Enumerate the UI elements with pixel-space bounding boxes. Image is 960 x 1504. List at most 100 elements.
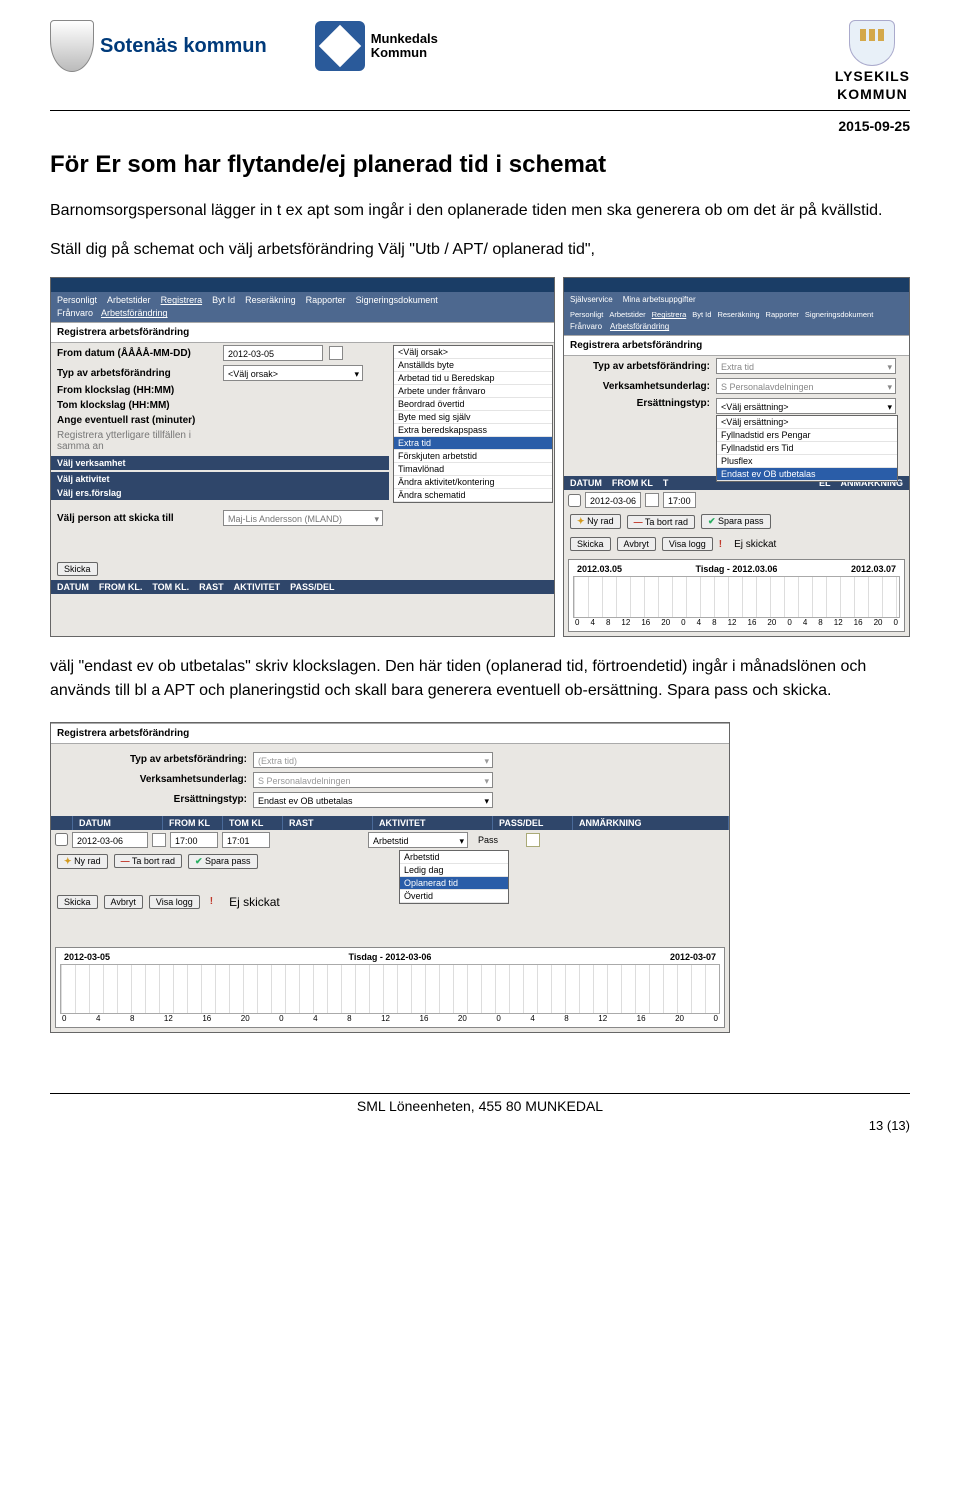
opt-valj[interactable]: <Välj orsak> [394,346,552,359]
calendar-icon[interactable] [645,493,659,507]
rth-from: FROM KL [612,478,653,488]
page-title: För Er som har flytande/ej planerad tid … [50,151,910,179]
btn-ny[interactable]: ✦ Ny rad [570,514,621,529]
opt-extrab[interactable]: Extra beredskapspass [394,424,552,437]
rsel-verk[interactable]: S Personalavdelningen [716,378,896,394]
check-icon: ✔ [195,856,203,866]
tab-personligt[interactable]: Personligt [57,295,97,305]
akt-opt-2[interactable]: Oplanerad tid [400,877,508,890]
tab-reserakning[interactable]: Reseräkning [245,295,296,305]
btn-ta[interactable]: — Ta bort rad [627,515,695,529]
bcell-tom[interactable]: 17:01 [222,832,270,848]
bbtn-avbryt[interactable]: Avbryt [104,895,143,909]
bsel-verk[interactable]: S Personalavdelningen [253,772,493,788]
bbtn-ny[interactable]: ✦ Ny rad [57,854,108,869]
ers-opt-4[interactable]: Endast ev OB utbetalas [717,468,897,481]
btn-avbryt[interactable]: Avbryt [617,537,656,551]
cell-from[interactable]: 17:00 [663,492,696,508]
tab-arbetstider[interactable]: Arbetstider [107,295,151,305]
screenshot-left: Personligt Arbetstider Registrera Byt Id… [50,277,555,637]
rtab-pers[interactable]: Personligt [570,310,603,319]
subtab-arbetsforandring[interactable]: Arbetsförändring [101,308,168,318]
btn-skicka-left[interactable]: Skicka [57,562,98,576]
opt-arbfran[interactable]: Arbete under frånvaro [394,385,552,398]
opt-forsk[interactable]: Förskjuten arbetstid [394,450,552,463]
right-btn-row2: Skicka Avbryt Visa logg ! Ej skickat [564,533,909,555]
opt-byte[interactable]: Byte med sig själv [394,411,552,424]
bbtn-spara[interactable]: ✔ Spara pass [188,854,258,869]
tab-mina[interactable]: Mina arbetsuppgifter [623,295,696,304]
bsel-typ[interactable]: (Extra tid) [253,752,493,768]
tab-sjalv[interactable]: Självservice [570,295,613,304]
calendar-icon[interactable] [152,833,166,847]
lbl-reg-ytterligare: Registrera ytterligare tillfällen i samm… [57,430,217,452]
cell-date[interactable]: 2012-03-06 [585,492,641,508]
tab-rapporter[interactable]: Rapporter [306,295,346,305]
rsel-ers[interactable]: <Välj ersättning> [716,398,896,414]
bth-pass: PASS/DEL [493,816,573,830]
bbtn-skicka[interactable]: Skicka [57,895,98,909]
opt-arbtid[interactable]: Arbetad tid u Beredskap [394,372,552,385]
ers-opt-3[interactable]: Plusflex [717,455,897,468]
opt-andra2[interactable]: Ändra schematid [394,489,552,502]
subtab-franvaro[interactable]: Frånvaro [57,308,93,318]
header-date: 2015-09-25 [838,118,910,134]
rtab-byt[interactable]: Byt Id [692,310,711,319]
calendar-icon[interactable] [329,346,343,360]
opt-extra[interactable]: Extra tid [394,437,552,450]
th-pass: PASS/DEL [290,582,334,592]
th-from: FROM KL. [99,582,143,592]
brow-check[interactable] [55,833,68,846]
left-main-tabs: Personligt Arbetstider Registrera Byt Id… [51,292,554,308]
warning-icon: ! [719,539,722,550]
rtab-reg[interactable]: Registrera [652,310,687,319]
rtab-arb[interactable]: Arbetstider [609,310,645,319]
warning-icon: ! [206,896,217,907]
rtab-rap[interactable]: Rapporter [766,310,799,319]
bcell-date[interactable]: 2012-03-06 [72,832,148,848]
sel-person[interactable]: Maj-Lis Andersson (MLAND) [223,510,383,526]
page-number: 13 (13) [50,1118,910,1133]
sel-typ[interactable]: <Välj orsak> [223,365,363,381]
btn-visa[interactable]: Visa logg [662,537,713,551]
inp-from-datum[interactable]: 2012-03-05 [223,345,323,361]
tab-registrera[interactable]: Registrera [161,295,203,305]
rtab-sig[interactable]: Signeringsdokument [805,310,873,319]
opt-beord[interactable]: Beordrad övertid [394,398,552,411]
typ-dropdown[interactable]: <Välj orsak> Anställds byte Arbetad tid … [393,345,553,503]
opt-tim[interactable]: Timavlönad [394,463,552,476]
screenshot-right: Självservice Mina arbetsuppgifter Person… [563,277,910,637]
opt-anst[interactable]: Anställds byte [394,359,552,372]
btn-spara[interactable]: ✔ Spara pass [701,514,771,529]
ers-opt-1[interactable]: Fyllnadstid ers Pengar [717,429,897,442]
bth-tom: TOM KL [223,816,283,830]
aktivitet-dropdown[interactable]: Arbetstid Ledig dag Oplanerad tid Överti… [399,850,509,904]
lbl-valj-verksamhet: Välj verksamhet [57,458,126,468]
bcell-from[interactable]: 17:00 [170,832,218,848]
tab-signering[interactable]: Signeringsdokument [356,295,438,305]
screenshot-pair: Personligt Arbetstider Registrera Byt Id… [50,277,910,637]
opt-andra1[interactable]: Ändra aktivitet/kontering [394,476,552,489]
bbtn-visa[interactable]: Visa logg [149,895,200,909]
bbtn-ta[interactable]: — Ta bort rad [114,854,182,868]
akt-opt-3[interactable]: Övertid [400,890,508,903]
ers-opt-0[interactable]: <Välj ersättning> [717,416,897,429]
bchart-body [60,964,720,1014]
akt-opt-1[interactable]: Ledig dag [400,864,508,877]
lbl-rast: Ange eventuell rast (minuter) [57,415,217,426]
ers-opt-2[interactable]: Fyllnadstid ers Tid [717,442,897,455]
btn-skicka[interactable]: Skicka [570,537,611,551]
bsel-akt[interactable]: Arbetstid [368,832,468,848]
akt-opt-0[interactable]: Arbetstid [400,851,508,864]
rtab-res[interactable]: Reseräkning [717,310,759,319]
note-icon[interactable] [526,833,540,847]
th-tom: TOM KL. [152,582,189,592]
rsel-typ[interactable]: Extra tid [716,358,896,374]
rsubtab-fran[interactable]: Frånvaro [570,322,602,331]
rsubtab-arb[interactable]: Arbetsförändring [610,322,669,331]
ers-dropdown[interactable]: <Välj ersättning> Fyllnadstid ers Pengar… [716,415,898,482]
tab-bytid[interactable]: Byt Id [212,295,235,305]
bsel-ers[interactable]: Endast ev OB utbetalas [253,792,493,808]
big-th: DATUM FROM KL TOM KL RAST AKTIVITET PASS… [51,816,729,830]
row-checkbox[interactable] [568,494,581,507]
